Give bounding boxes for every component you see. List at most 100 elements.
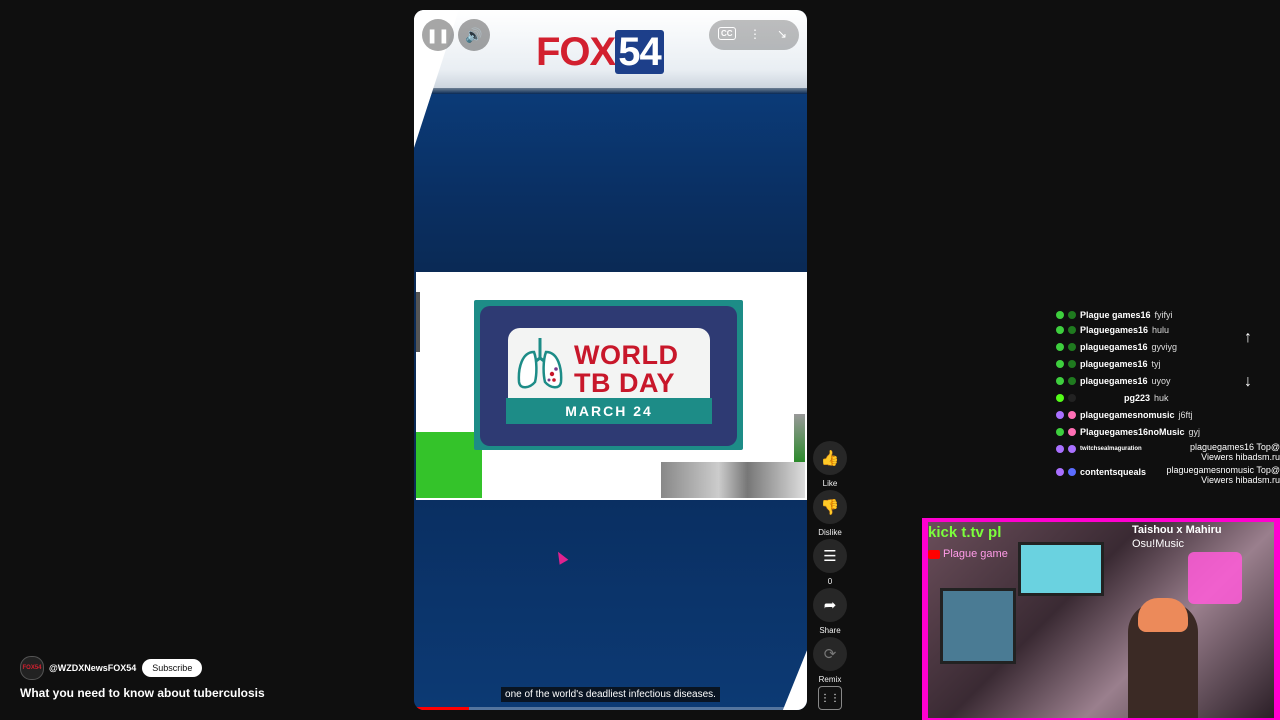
progress-bar[interactable] — [414, 707, 807, 710]
note-line: Viewers hibadsm.ru — [1201, 452, 1280, 462]
pink-decor — [1188, 552, 1242, 604]
comments-button[interactable]: ☰ 0 — [813, 539, 847, 586]
captions-button[interactable]: CC — [718, 27, 736, 40]
chat-row: Plague games16 fyifyi — [1056, 308, 1173, 322]
video-background-upper — [414, 90, 807, 272]
audio-wave-icon: ⋮⋮ — [818, 686, 842, 710]
chat-row: plaguegames16 uyoy — [1056, 374, 1171, 388]
chat-username: contentsqueals — [1080, 467, 1147, 477]
chat-row: Plaguegames16noMusic gyj — [1056, 425, 1200, 439]
chat-message: uyoy — [1151, 376, 1171, 386]
monitor-top — [1018, 542, 1104, 596]
remix-button[interactable]: ⟳ Remix — [813, 637, 847, 684]
progress-fill — [414, 707, 470, 710]
chat-message: hulu — [1152, 325, 1170, 335]
chat-username: Plaguegames16 — [1080, 325, 1149, 335]
channel-row: FOX54 @WZDXNewsFOX54 Subscribe — [20, 656, 203, 680]
chat-row: contentsqueals — [1056, 465, 1150, 479]
lungs-icon — [517, 338, 563, 389]
chat-message: tyj — [1151, 359, 1161, 369]
avatar-icon — [1068, 377, 1076, 385]
avatar-icon — [1068, 311, 1076, 319]
now-playing-artist: Osu!Music — [1132, 538, 1184, 550]
dislike-button[interactable]: 👎 Dislike — [813, 490, 847, 537]
like-button[interactable]: 👍 Like — [813, 441, 847, 488]
chat-row: pg223 huk — [1056, 391, 1169, 405]
shorts-player[interactable]: FOX54 ❚❚ 🔊 CC ⋮ ↘ WORLD TB DAY MARCH 24 … — [414, 10, 807, 710]
chat-row: plaguegames16 tyj — [1056, 357, 1161, 371]
avatar-icon — [1068, 343, 1076, 351]
caption-text: one of the world's deadliest infectious … — [501, 687, 720, 702]
note-line: plaguegamesnomusic Top@ — [1166, 465, 1280, 475]
chat-message: gyviyg — [1151, 342, 1178, 352]
now-playing-title: Taishou x Mahiru — [1132, 524, 1222, 536]
chat-message: gyj — [1188, 427, 1201, 437]
tb-title-line1: WORLD — [574, 340, 679, 370]
share-label: Share — [819, 626, 841, 635]
more-options-icon[interactable]: ⋮ — [749, 27, 761, 41]
chat-username: plaguegamesnomusic — [1080, 410, 1175, 420]
avatar-icon — [1068, 468, 1076, 476]
youtube-overlay: Plague game — [928, 548, 1008, 560]
comment-icon: ☰ — [813, 539, 847, 573]
avatar-icon — [1068, 394, 1076, 402]
webcam-overlay: kick t.tv pl Plague game Taishou x Mahir… — [922, 518, 1280, 720]
twitch-badge-icon — [1056, 411, 1064, 419]
remix-label: Remix — [818, 675, 842, 684]
avatar-icon — [1068, 360, 1076, 368]
chat-row: plaguegamesnomusic j6ftj — [1056, 408, 1193, 422]
tb-date: MARCH 24 — [506, 398, 712, 424]
twitch-badge-icon — [1056, 445, 1064, 453]
logo-fox-text: FOX — [536, 30, 616, 74]
kick-overlay-text: kick t.tv pl — [928, 524, 1002, 541]
chat-right-note: plaguegames16 Top@ Viewers hibadsm.ru — [1190, 442, 1280, 462]
previous-video-button[interactable]: ↑ — [1235, 325, 1261, 351]
dislike-label: Dislike — [818, 528, 842, 537]
slide-edge — [416, 292, 420, 352]
tb-title-line2: TB DAY — [574, 368, 676, 398]
chat-username: plaguegames16 — [1080, 342, 1148, 352]
remix-icon: ⟳ — [813, 637, 847, 671]
volume-button[interactable]: 🔊 — [458, 19, 490, 51]
arrow-down-icon: ↓ — [1244, 373, 1252, 390]
channel-handle[interactable]: @WZDXNewsFOX54 — [49, 663, 136, 673]
tb-card-inner: WORLD TB DAY MARCH 24 — [480, 306, 737, 446]
sound-button[interactable]: ⋮⋮ — [813, 686, 847, 710]
avatar-icon — [1068, 445, 1076, 453]
streamer-hair — [1138, 598, 1188, 632]
subscribe-button[interactable]: Subscribe — [142, 659, 203, 677]
logo-number-text: 54 — [615, 30, 664, 74]
chat-row: plaguegames16 gyviyg — [1056, 340, 1177, 354]
chat-row: twitchsealmaguration — [1056, 442, 1146, 456]
video-title[interactable]: What you need to know about tuberculosis — [20, 686, 265, 700]
badge-icon — [1056, 311, 1064, 319]
chat-username: plaguegames16 — [1080, 376, 1148, 386]
channel-avatar[interactable]: FOX54 — [20, 656, 44, 680]
chat-message: huk — [1154, 393, 1169, 403]
chat-username: Plaguegames16noMusic — [1080, 427, 1185, 437]
fox54-logo: FOX54 — [536, 30, 664, 75]
pause-button[interactable]: ❚❚ — [422, 19, 454, 51]
like-label: Like — [822, 479, 838, 488]
collapse-icon[interactable]: ↘ — [777, 27, 787, 41]
avatar-icon — [1068, 326, 1076, 334]
youtube-overlay-text: Plague game — [943, 548, 1008, 560]
note-line: plaguegames16 Top@ — [1189, 442, 1280, 452]
thumbs-down-icon: 👎 — [813, 490, 847, 524]
share-button[interactable]: ➦ Share — [813, 588, 847, 635]
avatar-icon — [1068, 411, 1076, 419]
pause-icon: ❚❚ — [426, 26, 450, 43]
chat-message: j6ftj — [1178, 410, 1193, 420]
next-video-button[interactable]: ↓ — [1235, 369, 1261, 395]
arrow-up-icon: ↑ — [1244, 329, 1252, 346]
kick-badge-icon — [1056, 394, 1064, 402]
header-shadow — [414, 88, 807, 94]
badge-icon — [1056, 343, 1064, 351]
photo-edge — [794, 414, 805, 462]
chat-username: twitchsealmaguration — [1080, 446, 1142, 452]
chat-message: fyifyi — [1154, 310, 1173, 320]
comment-count: 0 — [827, 577, 833, 586]
video-background-lower — [414, 500, 807, 710]
player-controls-right: CC ⋮ ↘ — [709, 20, 799, 50]
green-screen-block — [416, 432, 482, 498]
